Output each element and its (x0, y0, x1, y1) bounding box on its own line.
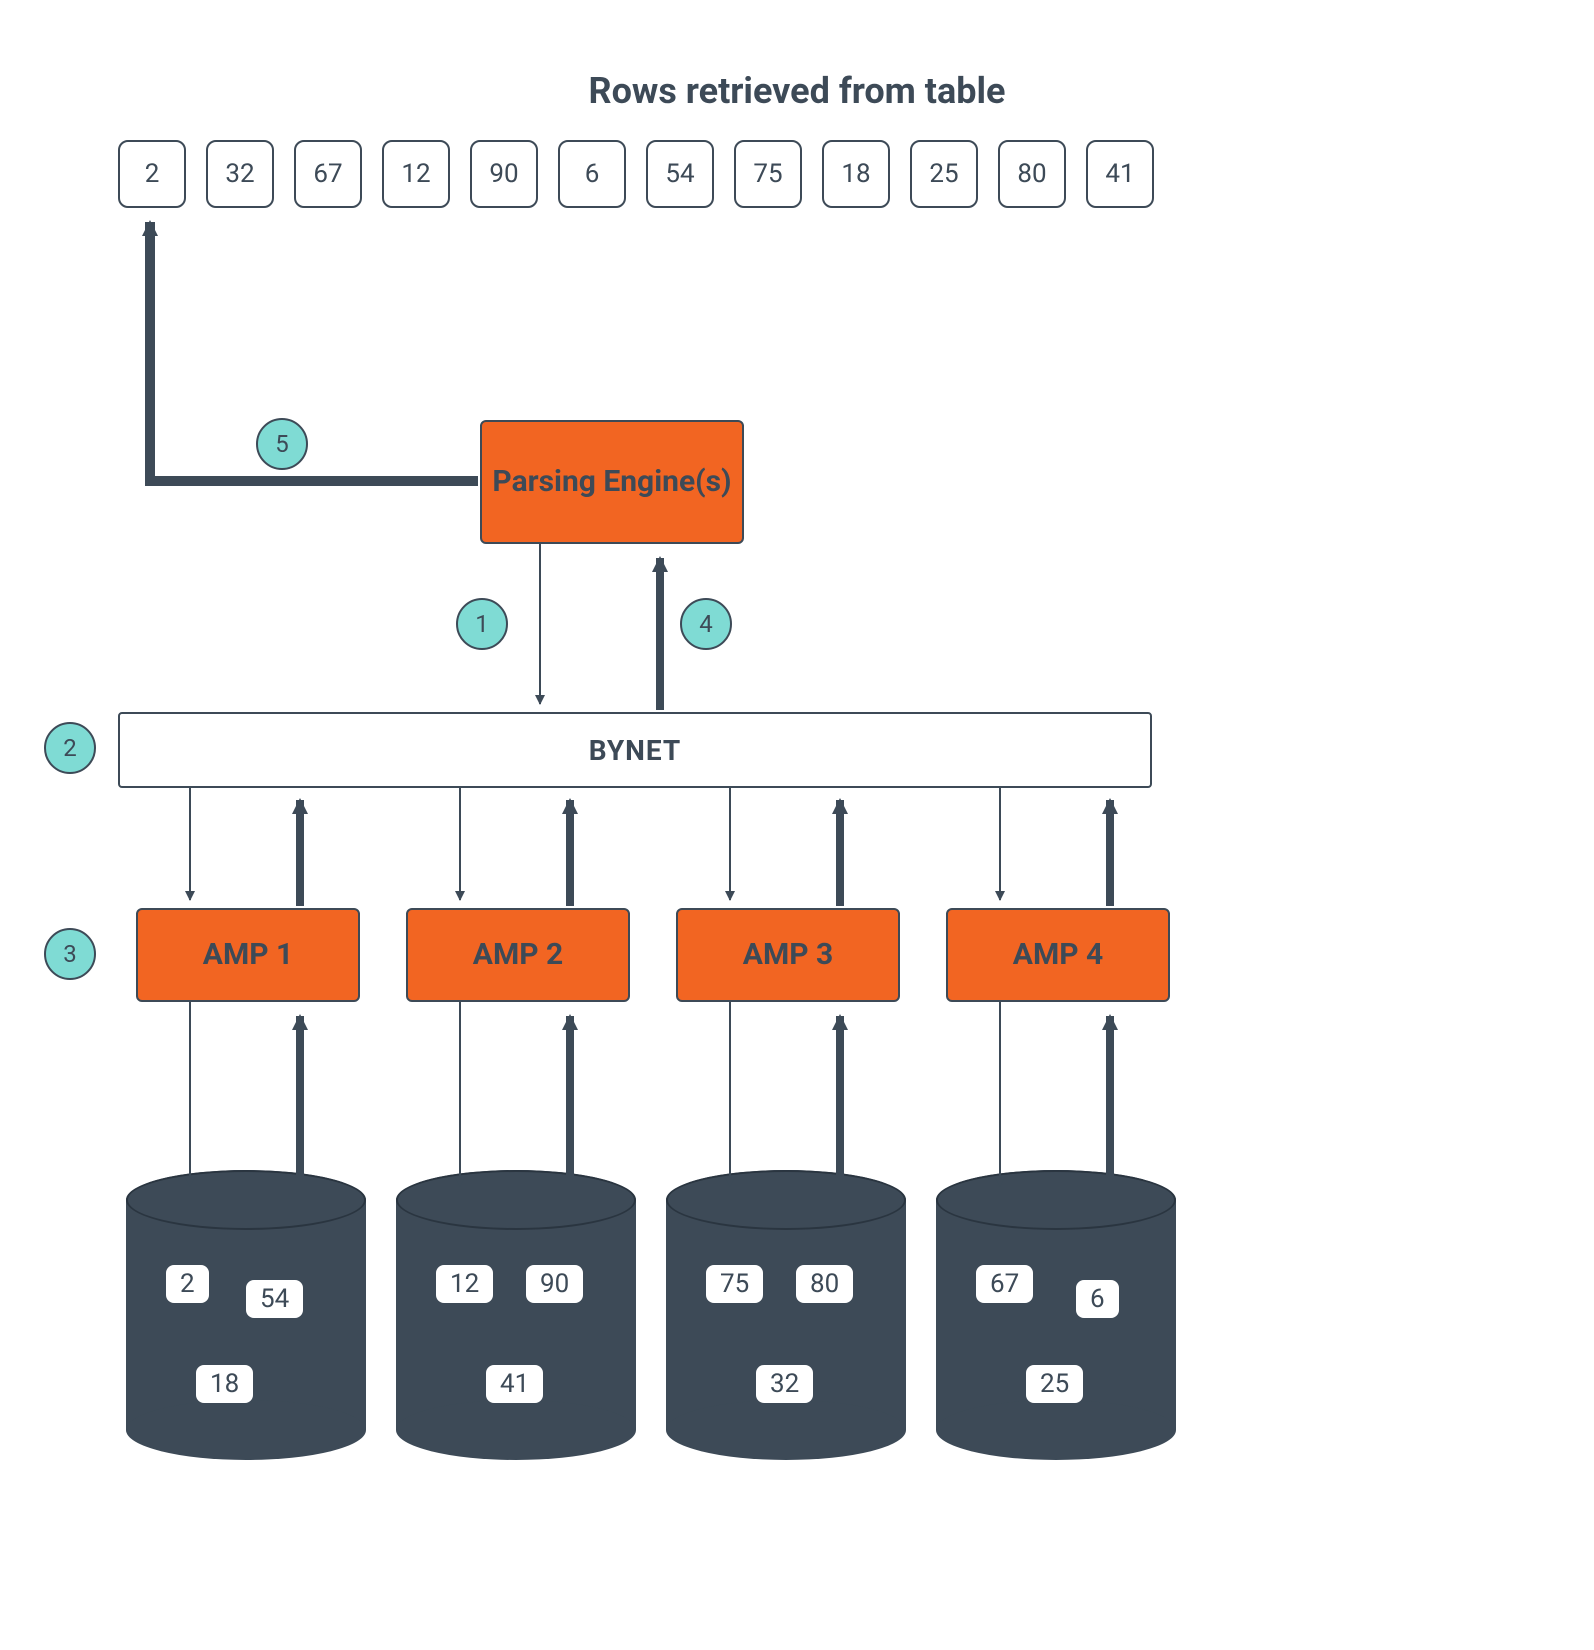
step-5-circle: 5 (256, 418, 308, 470)
row-value-box: 18 (822, 140, 890, 208)
parsing-engine-box: Parsing Engine(s) (480, 420, 744, 544)
amp-label: AMP 2 (473, 937, 563, 973)
storage-value: 67 (976, 1265, 1033, 1303)
step-1-circle: 1 (456, 598, 508, 650)
amp-label: AMP 1 (203, 937, 293, 973)
row-value-box: 75 (734, 140, 802, 208)
row-value-box: 12 (382, 140, 450, 208)
row-value-box: 67 (294, 140, 362, 208)
amp-4-box: AMP 4 (946, 908, 1170, 1002)
amp-label: AMP 3 (743, 937, 833, 973)
row-value-box: 90 (470, 140, 538, 208)
storage-value: 90 (526, 1265, 583, 1303)
amp-label: AMP 4 (1013, 937, 1103, 973)
storage-cylinder-3: 75 80 32 (666, 1170, 906, 1460)
storage-value: 41 (486, 1365, 543, 1403)
step-4-circle: 4 (680, 598, 732, 650)
row-value-box: 6 (558, 140, 626, 208)
storage-value: 2 (166, 1265, 209, 1303)
step-3-circle: 3 (44, 928, 96, 980)
amp-2-box: AMP 2 (406, 908, 630, 1002)
row-value-box: 80 (998, 140, 1066, 208)
step-2-circle: 2 (44, 722, 96, 774)
storage-cylinder-2: 12 90 41 (396, 1170, 636, 1460)
storage-value: 18 (196, 1365, 253, 1403)
storage-value: 25 (1026, 1365, 1083, 1403)
amp-1-box: AMP 1 (136, 908, 360, 1002)
row-value-box: 32 (206, 140, 274, 208)
row-value-box: 54 (646, 140, 714, 208)
row-value-box: 2 (118, 140, 186, 208)
diagram-title: Rows retrieved from table (0, 70, 1594, 112)
parsing-engine-label: Parsing Engine(s) (492, 464, 731, 500)
storage-cylinder-1: 2 54 18 (126, 1170, 366, 1460)
storage-value: 54 (246, 1280, 303, 1318)
storage-value: 80 (796, 1265, 853, 1303)
bynet-box: BYNET (118, 712, 1152, 788)
storage-value: 75 (706, 1265, 763, 1303)
amp-3-box: AMP 3 (676, 908, 900, 1002)
storage-value: 12 (436, 1265, 493, 1303)
storage-value: 6 (1076, 1280, 1119, 1318)
storage-cylinder-4: 67 6 25 (936, 1170, 1176, 1460)
row-value-box: 25 (910, 140, 978, 208)
row-value-box: 41 (1086, 140, 1154, 208)
bynet-label: BYNET (589, 734, 682, 767)
storage-value: 32 (756, 1365, 813, 1403)
